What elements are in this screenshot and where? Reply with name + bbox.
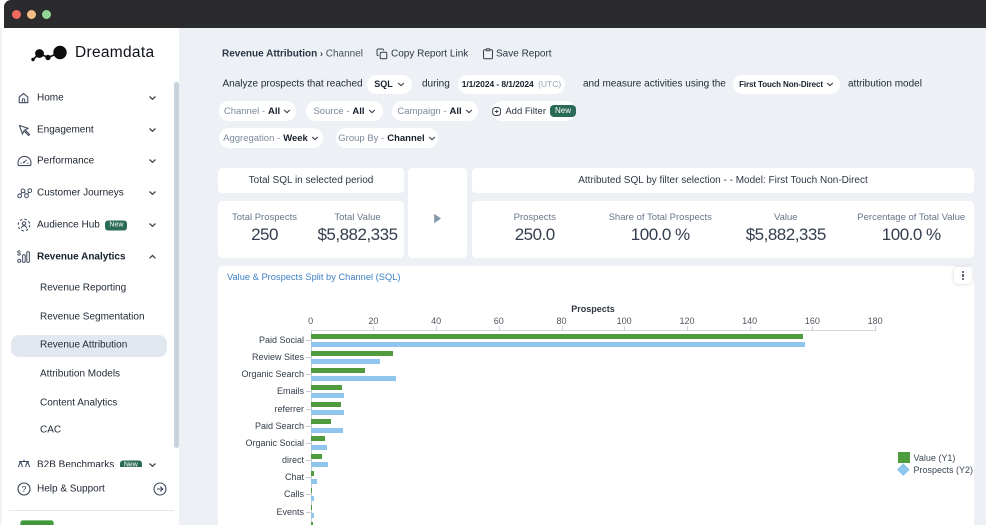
svg-text:$: $ xyxy=(17,250,21,257)
svg-text:?: ? xyxy=(21,484,26,494)
